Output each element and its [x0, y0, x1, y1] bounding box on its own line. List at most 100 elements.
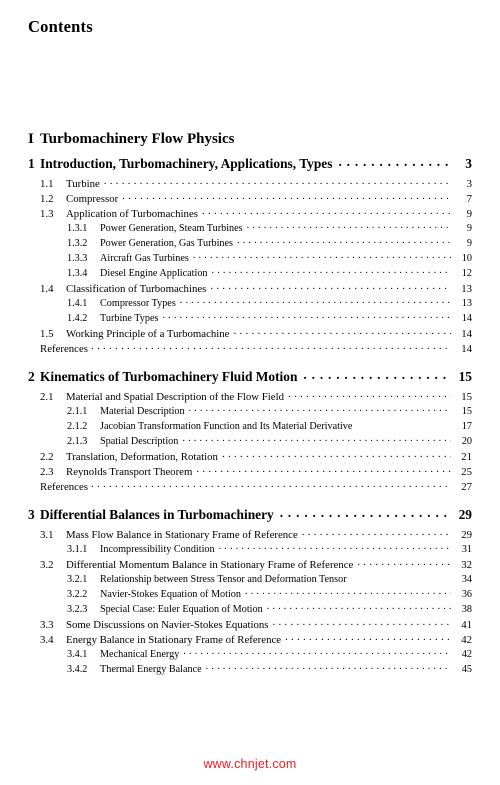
toc-entry-number: 3.4	[40, 633, 54, 646]
toc-entry-page: 21	[461, 450, 472, 463]
toc-entry-I[interactable]: I Turbomachinery Flow Physics	[28, 128, 472, 147]
toc-entry-3[interactable]: 3 Differential Balances in Turbomachinery…	[28, 506, 472, 523]
toc-entry-title: Relationship between Stress Tensor and D…	[100, 574, 347, 586]
toc-entry-3-2-3[interactable]: 3.2.3 Special Case: Euler Equation of Mot…	[28, 602, 472, 617]
toc-entry-title: Energy Balance in Stationary Frame of Re…	[66, 633, 282, 646]
toc-entry-number: 2.1.3	[67, 436, 88, 448]
toc-entry-1-2[interactable]: 1.2 Compressor 7	[28, 191, 472, 206]
toc-entry-title: Incompressibility Condition	[100, 544, 215, 556]
toc-entry-3-1[interactable]: 3.1 Mass Flow Balance in Stationary Frame…	[28, 527, 472, 542]
toc-entry-3-2-2[interactable]: 3.2.2 Navier-Stokes Equation of Motion 36	[28, 587, 472, 602]
toc-entry-2-1-2[interactable]: 2.1.2 Jacobian Transformation Function an…	[28, 419, 472, 434]
toc-entry-1-3-3[interactable]: 1.3.3 Aircraft Gas Turbines 10	[28, 251, 472, 266]
toc-entry-number: 3.1.1	[67, 544, 88, 556]
toc-entry-title: Thermal Energy Balance	[100, 664, 202, 676]
toc-entry-1-3[interactable]: 1.3 Application of Turbomachines 9	[28, 206, 472, 221]
toc-entry-number: 1.3.4	[67, 268, 88, 280]
toc-entry-number: 3.2	[40, 558, 54, 571]
toc-entry-number: I	[28, 131, 34, 147]
toc-entry-2-1-3[interactable]: 2.1.3 Spatial Description 20	[28, 434, 472, 449]
toc-entry-title: Kinematics of Turbomachinery Fluid Motio…	[40, 369, 298, 385]
toc-entry-page: 9	[466, 223, 472, 235]
toc-entry-page: 42	[461, 633, 472, 646]
toc-entry-title: Mass Flow Balance in Stationary Frame of…	[66, 528, 298, 541]
toc-entry-title: Compressor Types	[100, 298, 176, 310]
toc-entry-page: 9	[466, 207, 472, 220]
toc-entry-number: 3.4.1	[67, 649, 88, 661]
toc-dot-leader	[237, 236, 451, 246]
toc-dot-leader	[288, 389, 451, 400]
toc-entry-number: 1.4	[40, 282, 54, 295]
toc-entry-page: 27	[461, 480, 472, 493]
toc-entry-1-5[interactable]: 1.5 Working Principle of a Turbomachine 14	[28, 326, 472, 341]
toc-entry-page: 34	[461, 574, 472, 586]
toc-entry-number: 1	[28, 156, 35, 172]
toc-entry-2-1-1[interactable]: 2.1.1 Material Description 15	[28, 404, 472, 419]
toc-entry-title: Jacobian Transformation Function and Its…	[100, 421, 353, 433]
toc-page: Contents I Turbomachinery Flow Physics 1 In…	[0, 0, 500, 785]
toc-entry-1-4-1[interactable]: 1.4.1 Compressor Types 13	[28, 296, 472, 311]
toc-entry-3-2[interactable]: 3.2 Differential Momentum Balance in Stat…	[28, 557, 472, 572]
toc-entry-title: Some Discussions on Navier-Stokes Equati…	[66, 618, 269, 631]
toc-entry-title: Reynolds Transport Theorem	[66, 465, 193, 478]
toc-entry-references[interactable]: References 27	[28, 479, 472, 494]
toc-entry-number: 1.4.2	[67, 313, 88, 325]
toc-entry-3-3[interactable]: 3.3 Some Discussions on Navier-Stokes Equ…	[28, 617, 472, 632]
toc-entry-title: Translation, Deformation, Rotation	[66, 450, 218, 463]
toc-entry-title: References	[40, 480, 88, 493]
toc-entry-3-4-2[interactable]: 3.4.2 Thermal Energy Balance 45	[28, 662, 472, 677]
toc-dot-leader	[357, 557, 451, 568]
toc-entry-1-3-1[interactable]: 1.3.1 Power Generation, Steam Turbines 9	[28, 221, 472, 236]
toc-entry-3-4-1[interactable]: 3.4.1 Mechanical Energy 42	[28, 647, 472, 662]
toc-entry-title: Turbomachinery Flow Physics	[40, 131, 235, 147]
toc-entry-number: 3.4.2	[67, 664, 88, 676]
table-of-contents: I Turbomachinery Flow Physics 1 Introductio…	[0, 128, 500, 677]
toc-entry-title: Power Generation, Gas Turbines	[100, 238, 233, 250]
toc-entry-number: 2.2	[40, 450, 54, 463]
toc-entry-title: Material and Spatial Description of the …	[66, 390, 284, 403]
toc-entry-page: 41	[461, 618, 472, 631]
toc-entry-number: 3	[28, 507, 35, 523]
toc-entry-3-4[interactable]: 3.4 Energy Balance in Stationary Frame of…	[28, 632, 472, 647]
toc-entry-1-1[interactable]: 1.1 Turbine 3	[28, 176, 472, 191]
toc-entry-page: 12	[461, 268, 472, 280]
toc-entry-references[interactable]: References 14	[28, 341, 472, 356]
toc-dot-leader	[302, 527, 451, 538]
toc-entry-1-4[interactable]: 1.4 Classification of Turbomachines 13	[28, 281, 472, 296]
toc-entry-page: 15	[461, 406, 472, 418]
toc-entry-page: 29	[458, 507, 472, 523]
toc-entry-number: 1.4.1	[67, 298, 88, 310]
toc-entry-3-2-1[interactable]: 3.2.1 Relationship between Stress Tensor …	[28, 572, 472, 587]
toc-entry-number: 3.3	[40, 618, 54, 631]
page-title: Contents	[28, 17, 93, 36]
toc-entry-page: 3	[465, 156, 472, 172]
toc-entry-number: 3.1	[40, 528, 54, 541]
toc-entry-1[interactable]: 1 Introduction, Turbomachinery, Applicati…	[28, 155, 472, 172]
toc-dot-leader	[182, 434, 451, 444]
toc-dot-leader	[162, 311, 451, 321]
toc-entry-1-3-2[interactable]: 1.3.2 Power Generation, Gas Turbines 9	[28, 236, 472, 251]
toc-entry-number: 1.3	[40, 207, 54, 220]
toc-entry-2-1[interactable]: 2.1 Material and Spatial Description of t…	[28, 389, 472, 404]
toc-entry-title: Turbine	[66, 177, 100, 190]
toc-dot-leader	[285, 632, 451, 643]
toc-entry-1-3-4[interactable]: 1.3.4 Diesel Engine Application 12	[28, 266, 472, 281]
toc-entry-page: 20	[461, 436, 472, 448]
toc-entry-page: 29	[461, 528, 472, 541]
toc-entry-1-4-2[interactable]: 1.4.2 Turbine Types 14	[28, 311, 472, 326]
toc-entry-page: 13	[461, 298, 472, 310]
toc-dot-leader	[338, 155, 450, 168]
toc-entry-page: 42	[461, 649, 472, 661]
toc-dot-leader	[206, 662, 451, 672]
toc-entry-page: 14	[461, 313, 472, 325]
toc-entry-2-2[interactable]: 2.2 Translation, Deformation, Rotation 21	[28, 449, 472, 464]
toc-entry-number: 3.2.1	[67, 574, 88, 586]
toc-entry-3-1-1[interactable]: 3.1.1 Incompressibility Condition 31	[28, 542, 472, 557]
toc-entry-page: 45	[461, 664, 472, 676]
toc-entry-page: 36	[461, 589, 472, 601]
toc-entry-2-3[interactable]: 2.3 Reynolds Transport Theorem 25	[28, 464, 472, 479]
toc-entry-page: 14	[461, 342, 472, 355]
toc-entry-page: 9	[466, 238, 472, 250]
toc-entry-2[interactable]: 2 Kinematics of Turbomachinery Fluid Moti…	[28, 368, 472, 385]
